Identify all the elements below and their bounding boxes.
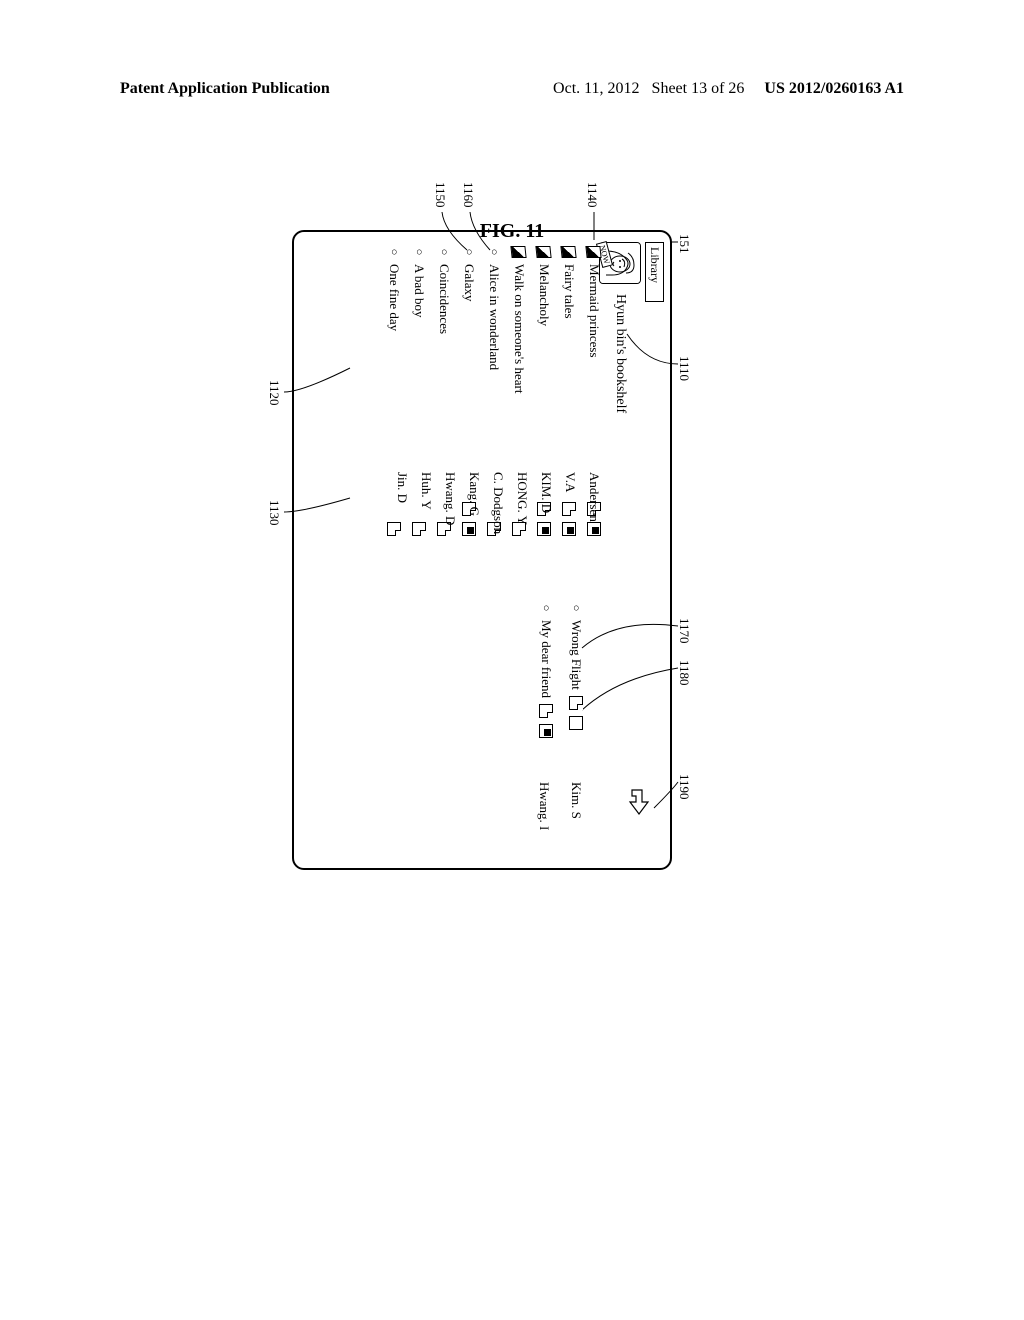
share-arrow-icon [626,788,652,818]
note-icon [569,696,583,710]
pub-header-left: Patent Application Publication [120,80,330,98]
book-author: V.A [562,472,578,492]
cover-thumb-icon [562,522,576,536]
ref-1150: 1150 [432,182,448,208]
ref-1170: 1170 [676,618,692,644]
pub-sheet: Sheet 13 of 26 [652,80,745,97]
cover-thumb-icon [539,724,553,738]
ref-1130: 1130 [266,500,282,526]
note-icon [387,522,401,536]
cover-thumb-icon [537,522,551,536]
pub-header-right: Oct. 11, 2012 Sheet 13 of 26 US 2012/026… [553,80,904,98]
note-icon [412,522,426,536]
bookshelf-title: Hyun bin's bookshelf [612,294,628,413]
pub-number: US 2012/0260163 A1 [764,80,904,97]
ref-1140: 1140 [584,182,600,208]
book-row[interactable]: Wrong Flight [568,602,584,862]
pub-date: Oct. 11, 2012 [553,80,640,97]
book-author: KIM. D [538,472,554,513]
ref-151: 151 [676,234,692,254]
book-author: Kang. G [466,472,482,516]
cover-thumb-icon [462,522,476,536]
device-screen: Library Hyun bin's bookshelf [292,230,672,870]
book-title: My dear friend [538,620,554,698]
book-title: Melancholy [536,264,552,496]
book-author: Kim. S [568,782,584,819]
note-icon [562,502,576,516]
ref-1160: 1160 [460,182,476,208]
library-titlebar: Library [645,242,664,302]
cover-thumb-icon [569,716,583,730]
ref-1180: 1180 [676,660,692,686]
book-title: Mermaid princess [586,264,602,496]
ref-1120: 1120 [266,380,282,406]
book-list-right: Wrong Flight Kim. S My dear friend Hwang. I [524,602,584,862]
ref-1110: 1110 [676,356,692,381]
book-title: Wrong Flight [568,620,584,690]
ref-1190: 1190 [676,774,692,800]
figure-11-container: 151 1110 1170 1180 1190 1140 1160 1150 1… [232,170,792,930]
book-title: Galaxy [461,264,477,496]
profile-row: Hyun bin's bookshelf [599,242,641,858]
note-icon [539,704,553,718]
book-author: Huh. Y [418,472,434,510]
book-author: Jin. D [394,472,410,503]
book-author: Hwang. I [536,782,552,830]
book-author: C. Dodgson [490,472,506,534]
book-row[interactable]: Fairy tales [561,246,577,536]
book-author: Hwang. D [442,472,458,525]
book-author: Andersen [586,472,602,522]
book-title: Fairy tales [561,264,577,496]
cover-thumb-icon [587,522,601,536]
book-author: HONG. Y [514,472,530,525]
